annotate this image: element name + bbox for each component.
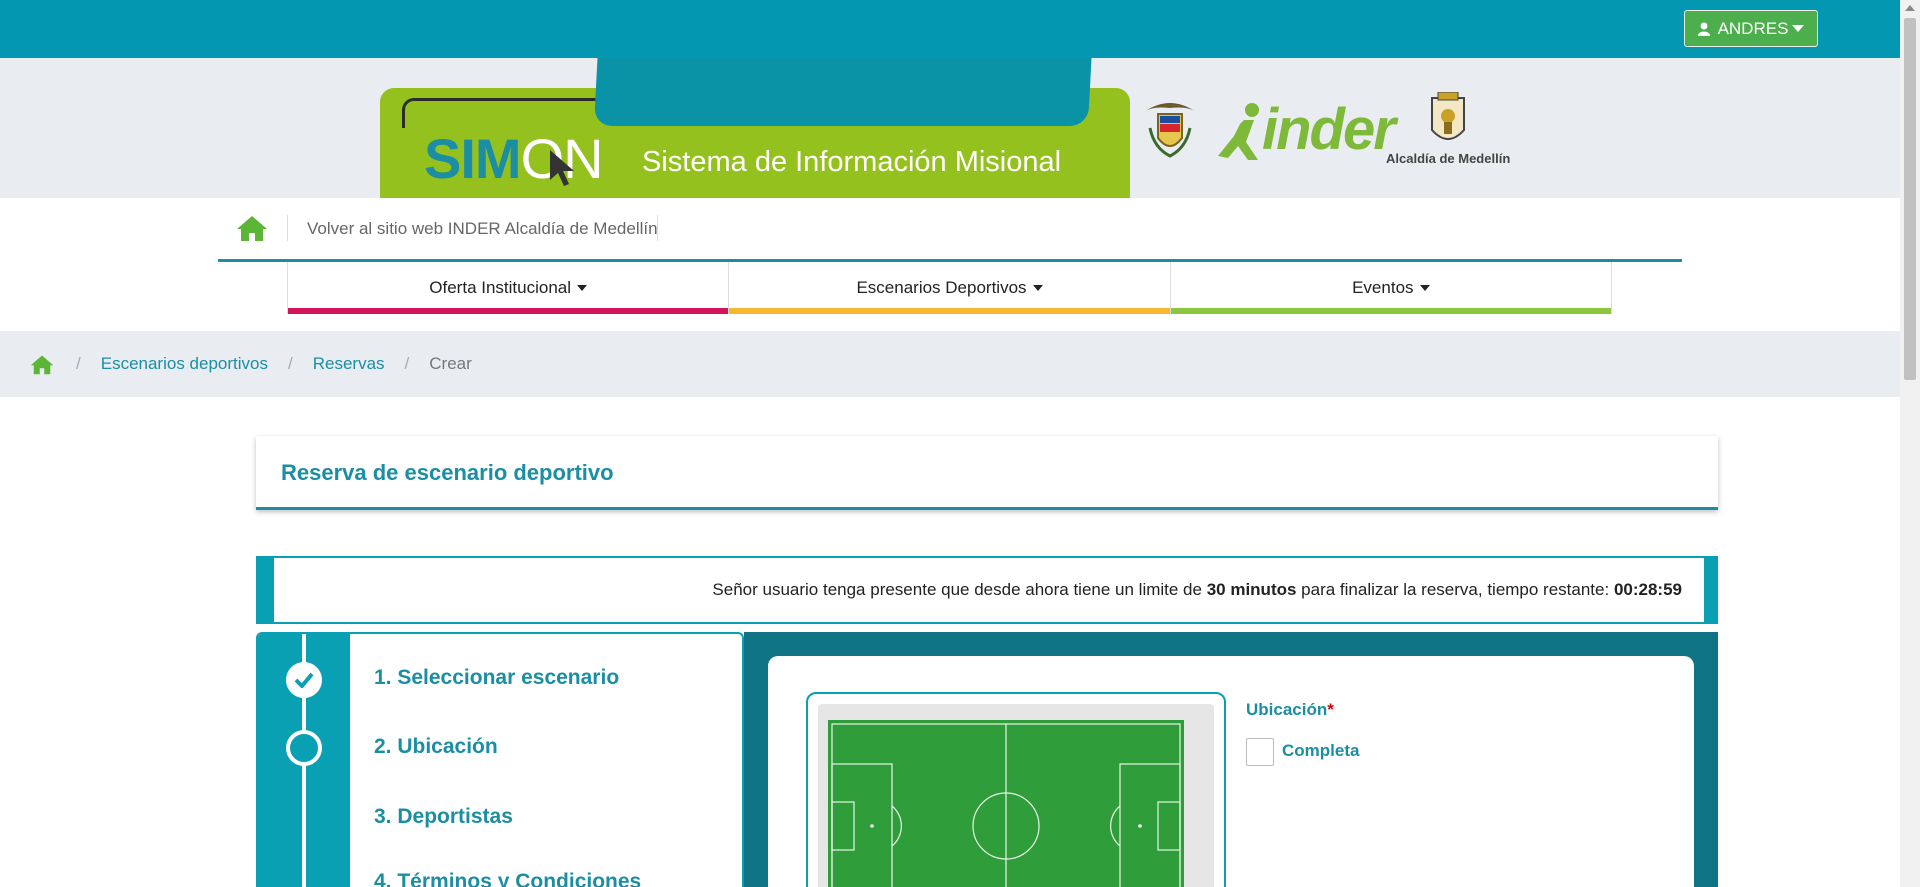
scrollbar-thumb[interactable]	[1904, 18, 1916, 380]
breadcrumb-separator: /	[288, 354, 293, 373]
scroll-up-arrow-icon[interactable]	[1905, 5, 1915, 11]
alert-limit: 30 minutos	[1206, 580, 1297, 599]
menu-escenarios-deportivos[interactable]: Escenarios Deportivos	[728, 262, 1170, 314]
menu-color-bar	[288, 308, 729, 314]
top-bar: ANDRES	[0, 0, 1900, 58]
timer-alert: Señor usuario tenga presente que desde a…	[256, 556, 1718, 624]
nav-divider	[287, 215, 288, 241]
menu-label: Oferta Institucional	[429, 278, 572, 297]
medellin-shield-icon	[1431, 92, 1465, 140]
location-card: Ubicación* Completa	[768, 656, 1694, 887]
alert-time-left: 00:28:59	[1613, 580, 1682, 599]
banner-outline-decoration	[402, 98, 612, 128]
menu-color-bar	[729, 308, 1170, 314]
wizard-steps: 1. Seleccionar escenario 2. Ubicación 3.…	[256, 632, 744, 887]
chevron-down-icon	[1419, 285, 1430, 291]
header-banner: SIMON Sistema de Información Misional in…	[0, 58, 1900, 198]
site-nav: Volver al sitio web INDER Alcaldía de Me…	[218, 198, 1682, 262]
cursor-icon	[550, 150, 574, 186]
step-content-area: Ubicación* Completa	[744, 632, 1718, 887]
soccer-field-icon	[828, 720, 1184, 887]
check-icon	[294, 672, 314, 688]
breadcrumb-escenarios[interactable]: Escenarios deportivos	[101, 354, 268, 374]
back-to-site-link[interactable]: Volver al sitio web INDER Alcaldía de Me…	[307, 219, 658, 239]
main-menu: Oferta Institucional Escenarios Deportiv…	[287, 262, 1612, 314]
breadcrumb: / Escenarios deportivos / Reservas / Cre…	[0, 331, 1900, 397]
alert-text: Señor usuario tenga presente que desde a…	[712, 580, 1682, 599]
step-2-indicator	[286, 730, 322, 766]
page-title-card: Reserva de escenario deportivo	[256, 436, 1718, 510]
location-complete-checkbox[interactable]	[1246, 738, 1274, 766]
required-mark: *	[1327, 700, 1334, 719]
menu-eventos[interactable]: Eventos	[1169, 262, 1612, 314]
colombia-seal-icon	[1144, 103, 1196, 158]
menu-label: Escenarios Deportivos	[856, 278, 1027, 297]
medellin-logo-text: Alcaldía de Medellín	[1386, 151, 1511, 166]
banner-teal-tab	[593, 58, 1093, 126]
user-menu-button[interactable]: ANDRES	[1684, 10, 1818, 47]
menu-label: Eventos	[1352, 278, 1414, 297]
menu-oferta-institucional[interactable]: Oferta Institucional	[287, 262, 729, 314]
chevron-down-icon	[1032, 285, 1043, 291]
step-1-indicator	[286, 662, 322, 698]
nav-divider	[657, 215, 658, 241]
home-icon[interactable]	[236, 214, 268, 242]
breadcrumb-reservas[interactable]: Reservas	[313, 354, 385, 374]
step-3-label[interactable]: 3. Deportistas	[374, 805, 513, 829]
user-icon	[1697, 22, 1710, 36]
page-title: Reserva de escenario deportivo	[281, 460, 614, 485]
field-preview-inner	[818, 704, 1214, 887]
location-label: Ubicación*	[1246, 700, 1334, 719]
breadcrumb-separator: /	[404, 354, 410, 373]
breadcrumb-current: Crear	[429, 354, 472, 373]
menu-color-bar	[1170, 308, 1611, 314]
chevron-down-icon	[577, 285, 588, 291]
chevron-down-icon	[1792, 25, 1805, 32]
page-scrollbar[interactable]	[1900, 0, 1920, 887]
breadcrumb-home-link[interactable]	[30, 354, 54, 375]
inder-logo: inder	[1262, 97, 1396, 162]
location-complete-label[interactable]: Completa	[1282, 741, 1359, 761]
user-name: ANDRES	[1717, 18, 1789, 38]
step-4-label[interactable]: 4. Términos y Condiciones	[374, 870, 641, 887]
breadcrumb-separator: /	[76, 354, 81, 373]
step-2-label[interactable]: 2. Ubicación	[374, 735, 498, 759]
step-1-label[interactable]: 1. Seleccionar escenario	[374, 666, 619, 690]
banner-subtitle: Sistema de Información Misional	[642, 146, 1062, 178]
home-icon	[30, 355, 54, 374]
field-preview[interactable]	[806, 692, 1226, 887]
